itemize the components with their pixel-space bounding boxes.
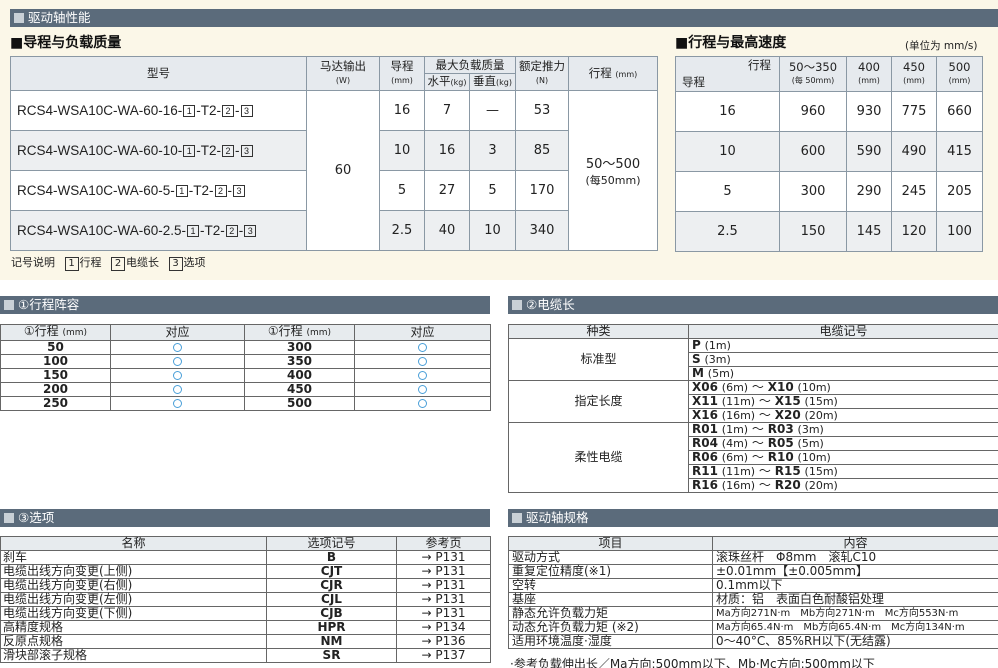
lead-cell: 2.5 <box>379 210 425 251</box>
header-square-icon <box>4 300 14 310</box>
drive-spec-header: 驱动轴规格 <box>508 509 998 527</box>
table-row: 空转 0.1mm以下 <box>508 578 998 593</box>
page: 驱动轴性能 ■导程与负载质量 型号 马达输出 (W) 导程 (mm) 最大负载质量 … <box>0 0 998 668</box>
available-circle-icon <box>418 343 427 352</box>
lead-cell: 16 <box>379 90 425 131</box>
thrust-cell: 53 <box>515 90 569 131</box>
table-row: RCS4-WSA10C-WA-60-16- 1 -T2- 2-3 60 16 7 — … <box>10 90 658 251</box>
table-row: 滑块部滚子规格 SR → P137 <box>0 648 491 663</box>
table-row: 电缆出线方向变更(上侧) CJT → P131 <box>0 564 491 579</box>
table-row: 静态允许负载力矩 Ma方向271N·m Mb方向271N·m Mc方向553N·m <box>508 606 998 621</box>
vertical-cell: 10 <box>469 210 516 251</box>
horizontal-cell: 7 <box>424 90 470 131</box>
lead-load-table: 型号 马达输出 (W) 导程 (mm) 最大负载质量 额定推力 (N) 行程 (mm)… <box>10 56 658 251</box>
motor-output-cell: 60 <box>306 90 380 251</box>
options-header: ③选项 <box>0 509 490 527</box>
col-stroke: 行程 (mm) <box>568 56 658 91</box>
horizontal-cell: 27 <box>424 170 470 211</box>
speed-col-header: 500 (mm) <box>936 56 983 92</box>
table-row: 适用环境温度·湿度 0～40°C、85%RH以下(无结露) <box>508 634 998 649</box>
table-row: 柔性电缆 R01 (1m) ～ R03 (3m) <box>508 422 998 493</box>
table-row: 250 500 <box>0 396 491 411</box>
table-row: 反原点规格 NM → P136 <box>0 634 491 649</box>
lead-load-heading: ■导程与负载质量 <box>10 35 122 51</box>
drive-spec-note: ·参考负载伸出长／Ma方向:500mm以下、Mb·Mc方向:500mm以下 <box>510 657 875 668</box>
table-row: 动态允许负载力矩 (※2) Ma方向65.4N·m Mb方向65.4N·m Mc方… <box>508 620 998 635</box>
options-table: 名称 选项记号 参考页 刹车 B → P131 电缆出线方向变更(上侧) CJT → P13… <box>0 536 491 663</box>
drive-spec-table: 项目 内容 驱动方式 滚珠丝杆 Φ8mm 滚轧C10 重复定位精度(※1) ±0.01… <box>508 536 998 649</box>
available-circle-icon <box>173 357 182 366</box>
stroke-lineup-table: ①行程 (mm) 对应 ①行程 (mm) 对应 50 300 100 350 150… <box>0 324 491 411</box>
header-square-icon <box>512 300 522 310</box>
table-row: 电缆出线方向变更(左侧) CJL → P131 <box>0 592 491 607</box>
speed-col-header: 450 (mm) <box>891 56 937 92</box>
speed-unit: (单位为 mm/s) <box>905 40 978 52</box>
available-circle-icon <box>173 399 182 408</box>
cable-length-table: 种类 电缆记号 标准型 P (1m) S (3m) M (5m) 指定长度 X06 (… <box>508 324 998 493</box>
header-square-icon <box>14 13 24 23</box>
vertical-cell: 3 <box>469 130 516 171</box>
model-cell: RCS4-WSA10C-WA-60-16- 1 -T2- 2-3 <box>10 90 307 131</box>
available-circle-icon <box>418 357 427 366</box>
thrust-cell: 340 <box>515 210 569 251</box>
vertical-cell: 5 <box>469 170 516 211</box>
table-row: 50 300 <box>0 340 491 355</box>
table-row: 10 600 590 490 415 <box>675 131 983 172</box>
table-row: 16 960 930 775 660 <box>675 91 983 132</box>
table-row: 驱动方式 滚珠丝杆 Φ8mm 滚轧C10 <box>508 550 998 565</box>
col-vertical: 垂直(kg) <box>469 73 516 91</box>
table-row: 100 350 <box>0 354 491 369</box>
available-circle-icon <box>418 371 427 380</box>
vertical-cell: — <box>469 90 516 131</box>
col-horizontal: 水平(kg) <box>424 73 470 91</box>
lead-cell: 10 <box>379 130 425 171</box>
cable-length-header: ②电缆长 <box>508 296 998 314</box>
available-circle-icon <box>418 399 427 408</box>
speed-heading: ■行程与最高速度 <box>675 35 787 51</box>
table-row: 电缆出线方向变更(右侧) CJR → P131 <box>0 578 491 593</box>
table-row: 标准型 P (1m) <box>508 338 998 381</box>
stroke-lineup-header: ①行程阵容 <box>0 296 490 314</box>
model-cell: RCS4-WSA10C-WA-60-10- 1 -T2- 2-3 <box>10 130 307 171</box>
available-circle-icon <box>418 385 427 394</box>
col-max-load: 最大负载质量 <box>424 56 516 74</box>
model-cell: RCS4-WSA10C-WA-60-5- 1 -T2- 2-3 <box>10 170 307 211</box>
table-row: 电缆出线方向变更(下侧) CJB → P131 <box>0 606 491 621</box>
horizontal-cell: 16 <box>424 130 470 171</box>
header-square-icon <box>4 513 14 523</box>
table-row: 重复定位精度(※1) ±0.01mm【±0.005mm】 <box>508 564 998 579</box>
thrust-cell: 85 <box>515 130 569 171</box>
col-model: 型号 <box>10 56 307 91</box>
table-row: 2.5 150 145 120 100 <box>675 211 983 252</box>
col-thrust: 额定推力 (N) <box>515 56 569 91</box>
symbol-legend: 记号说明 1 行程 2 电缆长 3 选项 <box>11 256 206 271</box>
col-motor: 马达输出 (W) <box>306 56 380 91</box>
header-square-icon <box>512 513 522 523</box>
available-circle-icon <box>173 371 182 380</box>
table-row: 5 300 290 245 205 <box>675 171 983 212</box>
speed-table: 行程 导程 50～350 (每 50mm) 400 (mm) 450 (mm) 500(… <box>675 56 983 252</box>
thrust-cell: 170 <box>515 170 569 211</box>
table-row: 基座 材质：铝 表面白色耐酸铝处理 <box>508 592 998 607</box>
table-row: 高精度规格 HPR → P134 <box>0 620 491 635</box>
col-lead: 导程 (mm) <box>379 56 425 91</box>
lead-cell: 5 <box>379 170 425 211</box>
speed-col-header: 400 (mm) <box>846 56 892 92</box>
section-header-performance: 驱动轴性能 <box>10 9 998 27</box>
model-cell: RCS4-WSA10C-WA-60-2.5- 1 -T2- 2-3 <box>10 210 307 251</box>
table-row: 刹车 B → P131 <box>0 550 491 565</box>
available-circle-icon <box>173 343 182 352</box>
stroke-cell: 50～500 (每50mm) <box>568 90 658 251</box>
table-row: 指定长度 X06 (6m) ～ X10 (10m) <box>508 380 998 423</box>
horizontal-cell: 40 <box>424 210 470 251</box>
speed-col-header: 50～350 (每 50mm) <box>779 56 847 92</box>
table-row: 150 400 <box>0 368 491 383</box>
available-circle-icon <box>173 385 182 394</box>
table-row: 200 450 <box>0 382 491 397</box>
speed-corner-header: 行程 导程 <box>675 56 780 92</box>
